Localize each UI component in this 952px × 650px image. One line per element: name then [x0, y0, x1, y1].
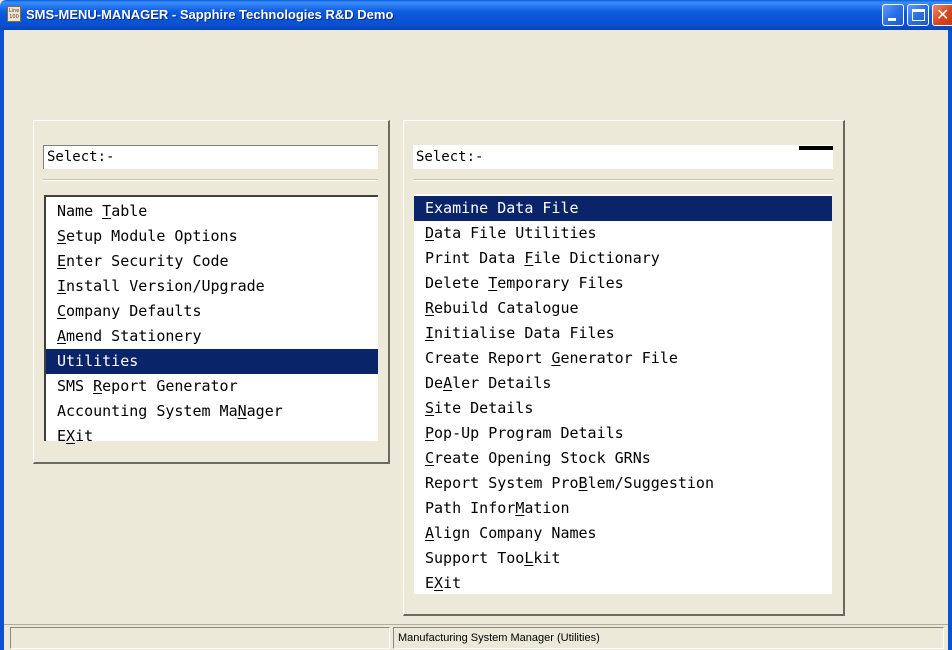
menu-item-amend-stationery[interactable]: Amend Stationery: [46, 324, 378, 349]
menu-item-print-data-file-dictionary[interactable]: Print Data File Dictionary: [414, 246, 832, 271]
menu-item-exit[interactable]: EXit: [414, 571, 832, 596]
menu-item-examine-data-file[interactable]: Examine Data File: [414, 196, 832, 221]
menu-item-setup-module-options[interactable]: Setup Module Options: [46, 224, 378, 249]
main-menu-select-field[interactable]: Select:-: [43, 145, 378, 169]
menu-item-create-report-generator-file[interactable]: Create Report Generator File: [414, 346, 832, 371]
menu-item-name-table[interactable]: Name Table: [46, 199, 378, 224]
menu-item-support-toolkit[interactable]: Support TooLkit: [414, 546, 832, 571]
main-menu-select-label: Select:-: [47, 149, 115, 165]
minimize-button[interactable]: [882, 4, 904, 26]
menu-item-path-information[interactable]: Path InforMation: [414, 496, 832, 521]
menu-item-company-defaults[interactable]: Company Defaults: [46, 299, 378, 324]
menu-item-install-version-upgrade[interactable]: Install Version/Upgrade: [46, 274, 378, 299]
menu-item-report-system-problem-suggestion[interactable]: Report System ProBlem/Suggestion: [414, 471, 832, 496]
maximize-button[interactable]: [907, 4, 929, 26]
status-pane-context: Manufacturing System Manager (Utilities): [393, 627, 944, 649]
main-menu-separator: [43, 179, 378, 181]
menu-item-dealer-details[interactable]: DeAler Details: [414, 371, 832, 396]
utilities-menu-list[interactable]: Examine Data File Data File Utilities Prin…: [414, 194, 832, 594]
utilities-menu-panel: Select:- Examine Data File Data File Util…: [403, 120, 845, 616]
menu-item-create-opening-stock-grns[interactable]: Create Opening Stock GRNs: [414, 446, 832, 471]
utilities-select-field[interactable]: Select:-: [413, 145, 833, 169]
menu-item-pop-up-program-details[interactable]: Pop-Up Program Details: [414, 421, 832, 446]
menu-item-utilities[interactable]: Utilities: [46, 349, 378, 374]
window-frame-left: [0, 30, 4, 650]
menu-item-delete-temporary-files[interactable]: Delete Temporary Files: [414, 271, 832, 296]
utilities-select-label: Select:-: [416, 149, 484, 165]
app-line100-icon[interactable]: Line 100: [7, 6, 21, 22]
menu-item-site-details[interactable]: Site Details: [414, 396, 832, 421]
maximize-icon: [912, 9, 925, 21]
status-pane-left: [10, 627, 390, 649]
utilities-separator: [413, 179, 833, 181]
app-icon-text: Line 100: [8, 8, 20, 20]
window-frame-right: [948, 30, 952, 650]
title-bar[interactable]: Line 100 SMS-MENU-MANAGER - Sapphire Tec…: [0, 0, 952, 30]
window-title: SMS-MENU-MANAGER - Sapphire Technologies…: [26, 7, 394, 22]
menu-item-data-file-utilities[interactable]: Data File Utilities: [414, 221, 832, 246]
close-button[interactable]: ✕: [932, 4, 952, 26]
status-bar: Manufacturing System Manager (Utilities): [4, 624, 948, 650]
menu-item-align-company-names[interactable]: Align Company Names: [414, 521, 832, 546]
menu-item-exit[interactable]: EXit: [46, 424, 378, 449]
main-menu-list[interactable]: Name Table Setup Module Options Enter Secu…: [44, 195, 378, 445]
menu-item-initialise-data-files[interactable]: Initialise Data Files: [414, 321, 832, 346]
minimize-icon: [888, 18, 896, 21]
main-menu-panel: Select:- Name Table Setup Module Options E…: [33, 120, 390, 464]
menu-item-rebuild-catalogue[interactable]: Rebuild Catalogue: [414, 296, 832, 321]
menu-item-accounting-system-manager[interactable]: Accounting System MaNager: [46, 399, 378, 424]
menu-item-enter-security-code[interactable]: Enter Security Code: [46, 249, 378, 274]
close-icon: ✕: [936, 5, 950, 24]
select-field-notch: [799, 146, 833, 150]
app-window: Line 100 SMS-MENU-MANAGER - Sapphire Tec…: [0, 0, 952, 650]
menu-item-sms-report-generator[interactable]: SMS Report Generator: [46, 374, 378, 399]
